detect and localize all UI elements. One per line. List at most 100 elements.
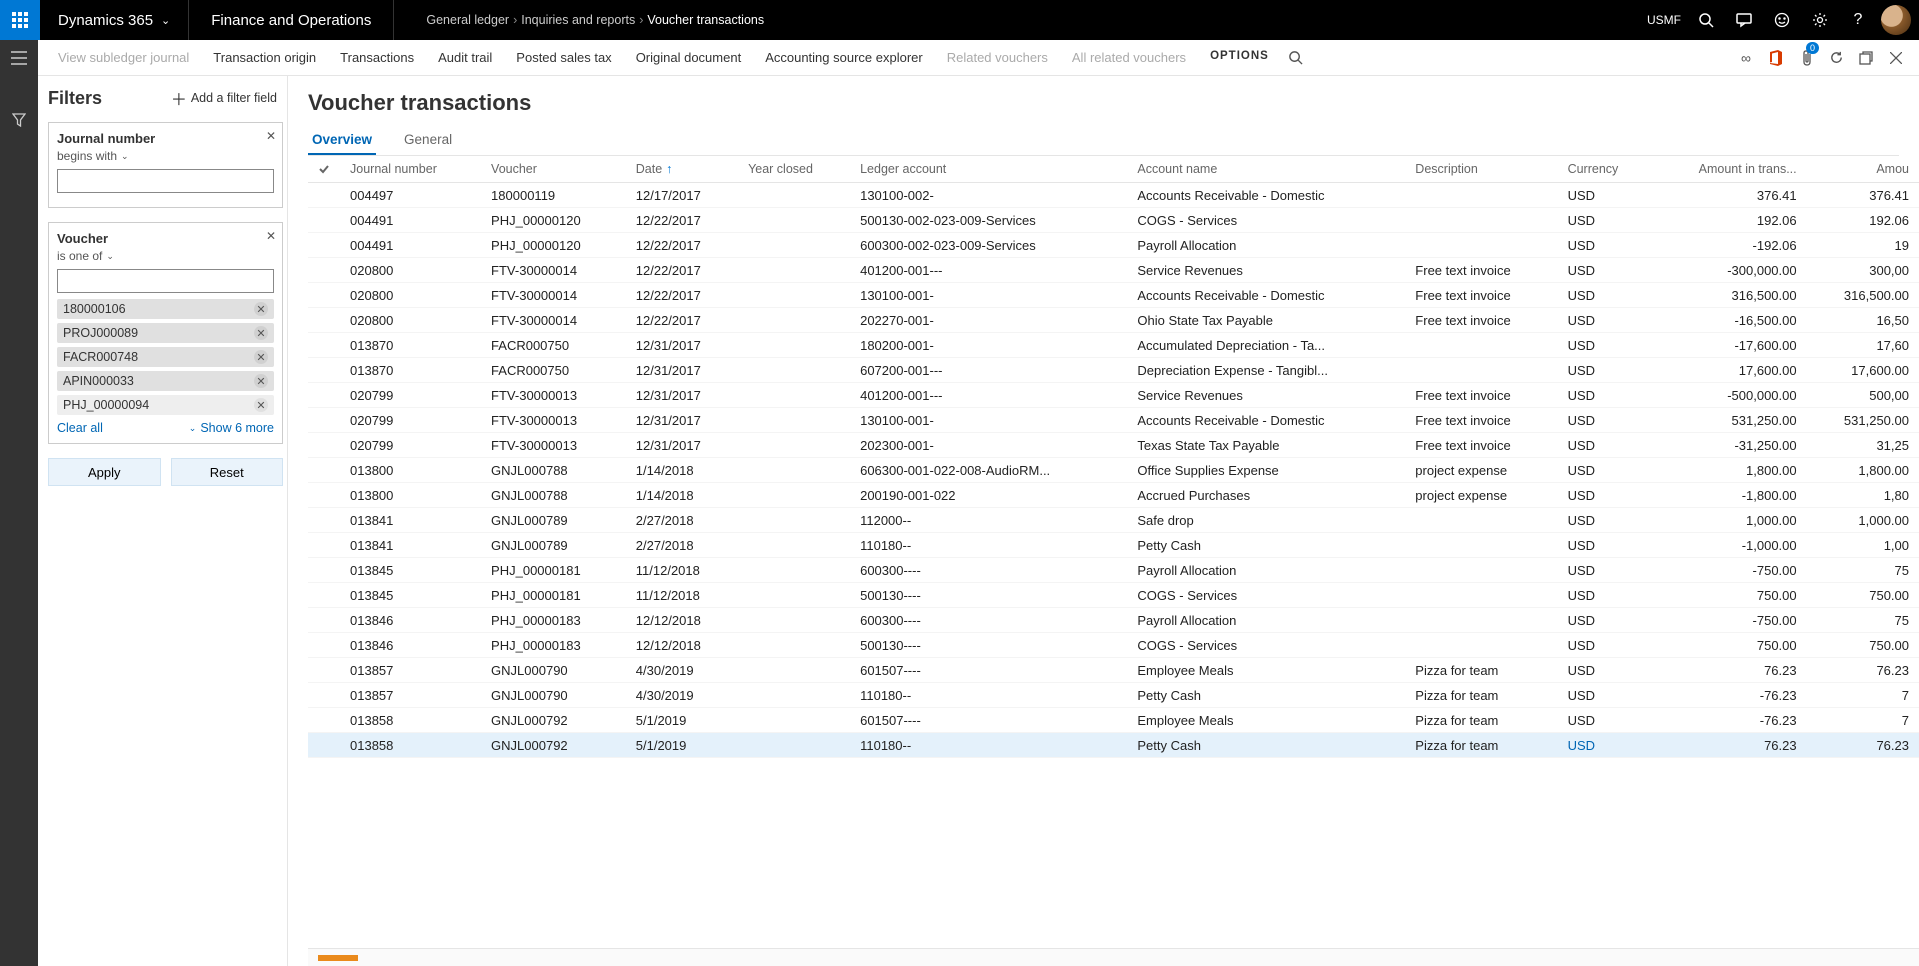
- action-audit-trail[interactable]: Audit trail: [438, 50, 492, 65]
- attachments-icon[interactable]: 0: [1791, 40, 1821, 76]
- tab-general[interactable]: General: [400, 126, 456, 155]
- table-row[interactable]: 013841GNJL0007892/27/2018112000--Safe dr…: [308, 508, 1919, 533]
- action-posted-sales-tax[interactable]: Posted sales tax: [516, 50, 611, 65]
- table-row[interactable]: 013841GNJL0007892/27/2018110180--Petty C…: [308, 533, 1919, 558]
- apply-button[interactable]: Apply: [48, 458, 161, 486]
- table-row[interactable]: 013800GNJL0007881/14/2018606300-001-022-…: [308, 458, 1919, 483]
- action-original-document[interactable]: Original document: [636, 50, 742, 65]
- link-icon[interactable]: ∞: [1731, 40, 1761, 76]
- column-header[interactable]: Journal number: [340, 156, 481, 183]
- breadcrumb-item[interactable]: General ledger: [426, 13, 509, 27]
- row-select-cell[interactable]: [308, 608, 340, 633]
- legal-entity-label[interactable]: USMF: [1647, 13, 1681, 27]
- filter-pill[interactable]: FACR000748✕: [57, 347, 274, 367]
- row-select-cell[interactable]: [308, 633, 340, 658]
- row-select-cell[interactable]: [308, 733, 340, 758]
- close-icon[interactable]: [1881, 40, 1911, 76]
- filter-pill[interactable]: PROJ000089✕: [57, 323, 274, 343]
- help-icon[interactable]: ?: [1839, 0, 1877, 40]
- column-header[interactable]: Ledger account: [850, 156, 1127, 183]
- tab-overview[interactable]: Overview: [308, 126, 376, 155]
- row-select-cell[interactable]: [308, 233, 340, 258]
- office-icon[interactable]: [1761, 40, 1791, 76]
- column-header[interactable]: Date↑: [626, 156, 738, 183]
- table-row[interactable]: 020799FTV-3000001312/31/2017401200-001--…: [308, 383, 1919, 408]
- smile-icon[interactable]: [1763, 0, 1801, 40]
- row-select-cell[interactable]: [308, 183, 340, 208]
- add-filter-button[interactable]: ＋Add a filter field: [171, 86, 277, 110]
- row-select-cell[interactable]: [308, 308, 340, 333]
- show-more-link[interactable]: ⌄Show 6 more: [189, 421, 274, 435]
- table-row[interactable]: 013800GNJL0007881/14/2018200190-001-022A…: [308, 483, 1919, 508]
- row-select-cell[interactable]: [308, 683, 340, 708]
- column-header[interactable]: Currency: [1558, 156, 1651, 183]
- column-header[interactable]: Amou: [1807, 156, 1919, 183]
- table-row[interactable]: 013846PHJ_0000018312/12/2018600300----Pa…: [308, 608, 1919, 633]
- filter-pill[interactable]: APIN000033✕: [57, 371, 274, 391]
- column-header[interactable]: Description: [1405, 156, 1557, 183]
- user-avatar[interactable]: [1881, 5, 1911, 35]
- table-row[interactable]: 020800FTV-3000001412/22/2017202270-001-O…: [308, 308, 1919, 333]
- table-row[interactable]: 013845PHJ_0000018111/12/2018500130----CO…: [308, 583, 1919, 608]
- row-select-cell[interactable]: [308, 458, 340, 483]
- table-row[interactable]: 020800FTV-3000001412/22/2017130100-001-A…: [308, 283, 1919, 308]
- row-select-cell[interactable]: [308, 508, 340, 533]
- gear-icon[interactable]: [1801, 0, 1839, 40]
- options-button[interactable]: OPTIONS: [1210, 50, 1269, 65]
- close-icon[interactable]: ✕: [254, 398, 268, 412]
- row-select-cell[interactable]: [308, 358, 340, 383]
- search-icon[interactable]: [1687, 0, 1725, 40]
- action-transactions[interactable]: Transactions: [340, 50, 414, 65]
- row-select-cell[interactable]: [308, 383, 340, 408]
- horizontal-scrollbar[interactable]: [308, 948, 1919, 966]
- row-select-cell[interactable]: [308, 533, 340, 558]
- app-launcher-waffle-icon[interactable]: [0, 0, 40, 40]
- reset-button[interactable]: Reset: [171, 458, 284, 486]
- close-icon[interactable]: ✕: [254, 374, 268, 388]
- search-action-icon[interactable]: [1281, 40, 1311, 76]
- funnel-icon[interactable]: [0, 102, 38, 138]
- table-row[interactable]: 020799FTV-3000001312/31/2017202300-001-T…: [308, 433, 1919, 458]
- close-icon[interactable]: ✕: [254, 350, 268, 364]
- table-row[interactable]: 020799FTV-3000001312/31/2017130100-001-A…: [308, 408, 1919, 433]
- feedback-icon[interactable]: [1725, 0, 1763, 40]
- table-row[interactable]: 013858GNJL0007925/1/2019110180--Petty Ca…: [308, 733, 1919, 758]
- close-icon[interactable]: ✕: [254, 302, 268, 316]
- table-row[interactable]: 004491PHJ_0000012012/22/2017500130-002-0…: [308, 208, 1919, 233]
- row-select-cell[interactable]: [308, 208, 340, 233]
- table-row[interactable]: 013857GNJL0007904/30/2019110180--Petty C…: [308, 683, 1919, 708]
- row-select-cell[interactable]: [308, 583, 340, 608]
- breadcrumb-item[interactable]: Inquiries and reports: [521, 13, 635, 27]
- row-select-cell[interactable]: [308, 283, 340, 308]
- row-select-cell[interactable]: [308, 433, 340, 458]
- popout-icon[interactable]: [1851, 40, 1881, 76]
- column-header[interactable]: Amount in trans...: [1651, 156, 1807, 183]
- breadcrumb-item[interactable]: Voucher transactions: [647, 13, 764, 27]
- column-header[interactable]: Year closed: [738, 156, 850, 183]
- row-select-cell[interactable]: [308, 333, 340, 358]
- row-select-cell[interactable]: [308, 658, 340, 683]
- action-accounting-source-explorer[interactable]: Accounting source explorer: [765, 50, 923, 65]
- filter-value-input[interactable]: [57, 269, 274, 293]
- row-select-cell[interactable]: [308, 558, 340, 583]
- brand-dropdown[interactable]: Dynamics 365⌄: [40, 0, 189, 40]
- filter-operator-dropdown[interactable]: is one of⌄: [57, 249, 114, 263]
- hamburger-icon[interactable]: [0, 40, 38, 76]
- refresh-icon[interactable]: [1821, 40, 1851, 76]
- table-row[interactable]: 013870FACR00075012/31/2017180200-001-Acc…: [308, 333, 1919, 358]
- column-header[interactable]: Account name: [1127, 156, 1405, 183]
- filter-pill[interactable]: 180000106✕: [57, 299, 274, 319]
- table-row[interactable]: 020800FTV-3000001412/22/2017401200-001--…: [308, 258, 1919, 283]
- table-row[interactable]: 013846PHJ_0000018312/12/2018500130----CO…: [308, 633, 1919, 658]
- action-transaction-origin[interactable]: Transaction origin: [213, 50, 316, 65]
- filter-operator-dropdown[interactable]: begins with⌄: [57, 149, 129, 163]
- table-row[interactable]: 013857GNJL0007904/30/2019601507----Emplo…: [308, 658, 1919, 683]
- close-icon[interactable]: ✕: [266, 129, 276, 143]
- column-header[interactable]: Voucher: [481, 156, 626, 183]
- table-row[interactable]: 013858GNJL0007925/1/2019601507----Employ…: [308, 708, 1919, 733]
- row-select-cell[interactable]: [308, 708, 340, 733]
- clear-all-link[interactable]: Clear all: [57, 421, 103, 435]
- filter-value-input[interactable]: [57, 169, 274, 193]
- table-row[interactable]: 013870FACR00075012/31/2017607200-001---D…: [308, 358, 1919, 383]
- table-row[interactable]: 00449718000011912/17/2017130100-002-Acco…: [308, 183, 1919, 208]
